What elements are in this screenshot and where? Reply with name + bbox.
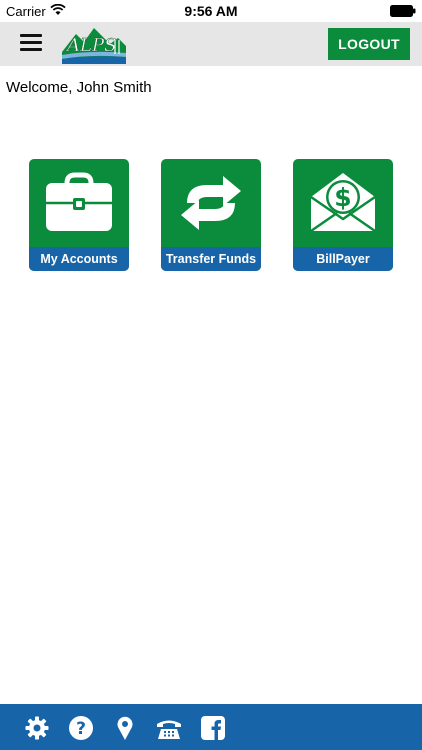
- settings-icon[interactable]: [24, 715, 50, 741]
- bottom-toolbar: ?: [0, 704, 422, 750]
- alps-logo: ALPS: [62, 28, 126, 64]
- battery-icon: [390, 5, 416, 17]
- svg-text:$: $: [334, 183, 351, 212]
- transfer-funds-label: Transfer Funds: [161, 247, 261, 271]
- phone-icon[interactable]: [156, 715, 182, 741]
- status-bar: Carrier 9:56 AM: [0, 0, 422, 22]
- status-time: 9:56 AM: [184, 3, 238, 19]
- hamburger-menu-icon[interactable]: [20, 34, 42, 52]
- briefcase-icon: [46, 172, 112, 231]
- help-icon[interactable]: ?: [68, 715, 94, 741]
- my-accounts-label: My Accounts: [29, 247, 129, 271]
- transfer-arrows-icon: [181, 176, 241, 230]
- svg-text:ALPS: ALPS: [65, 35, 116, 56]
- welcome-message: Welcome, John Smith: [6, 79, 152, 96]
- facebook-icon[interactable]: [200, 715, 226, 741]
- app-header: ALPS LOGOUT: [0, 22, 422, 66]
- location-icon[interactable]: [112, 715, 138, 741]
- svg-text:?: ?: [76, 719, 86, 739]
- logout-button[interactable]: LOGOUT: [328, 28, 410, 60]
- my-accounts-tile[interactable]: My Accounts: [29, 159, 129, 271]
- billpayer-tile[interactable]: $ BillPayer: [293, 159, 393, 271]
- transfer-funds-tile[interactable]: Transfer Funds: [161, 159, 261, 271]
- bill-envelope-icon: $: [310, 173, 376, 233]
- billpayer-label: BillPayer: [293, 247, 393, 271]
